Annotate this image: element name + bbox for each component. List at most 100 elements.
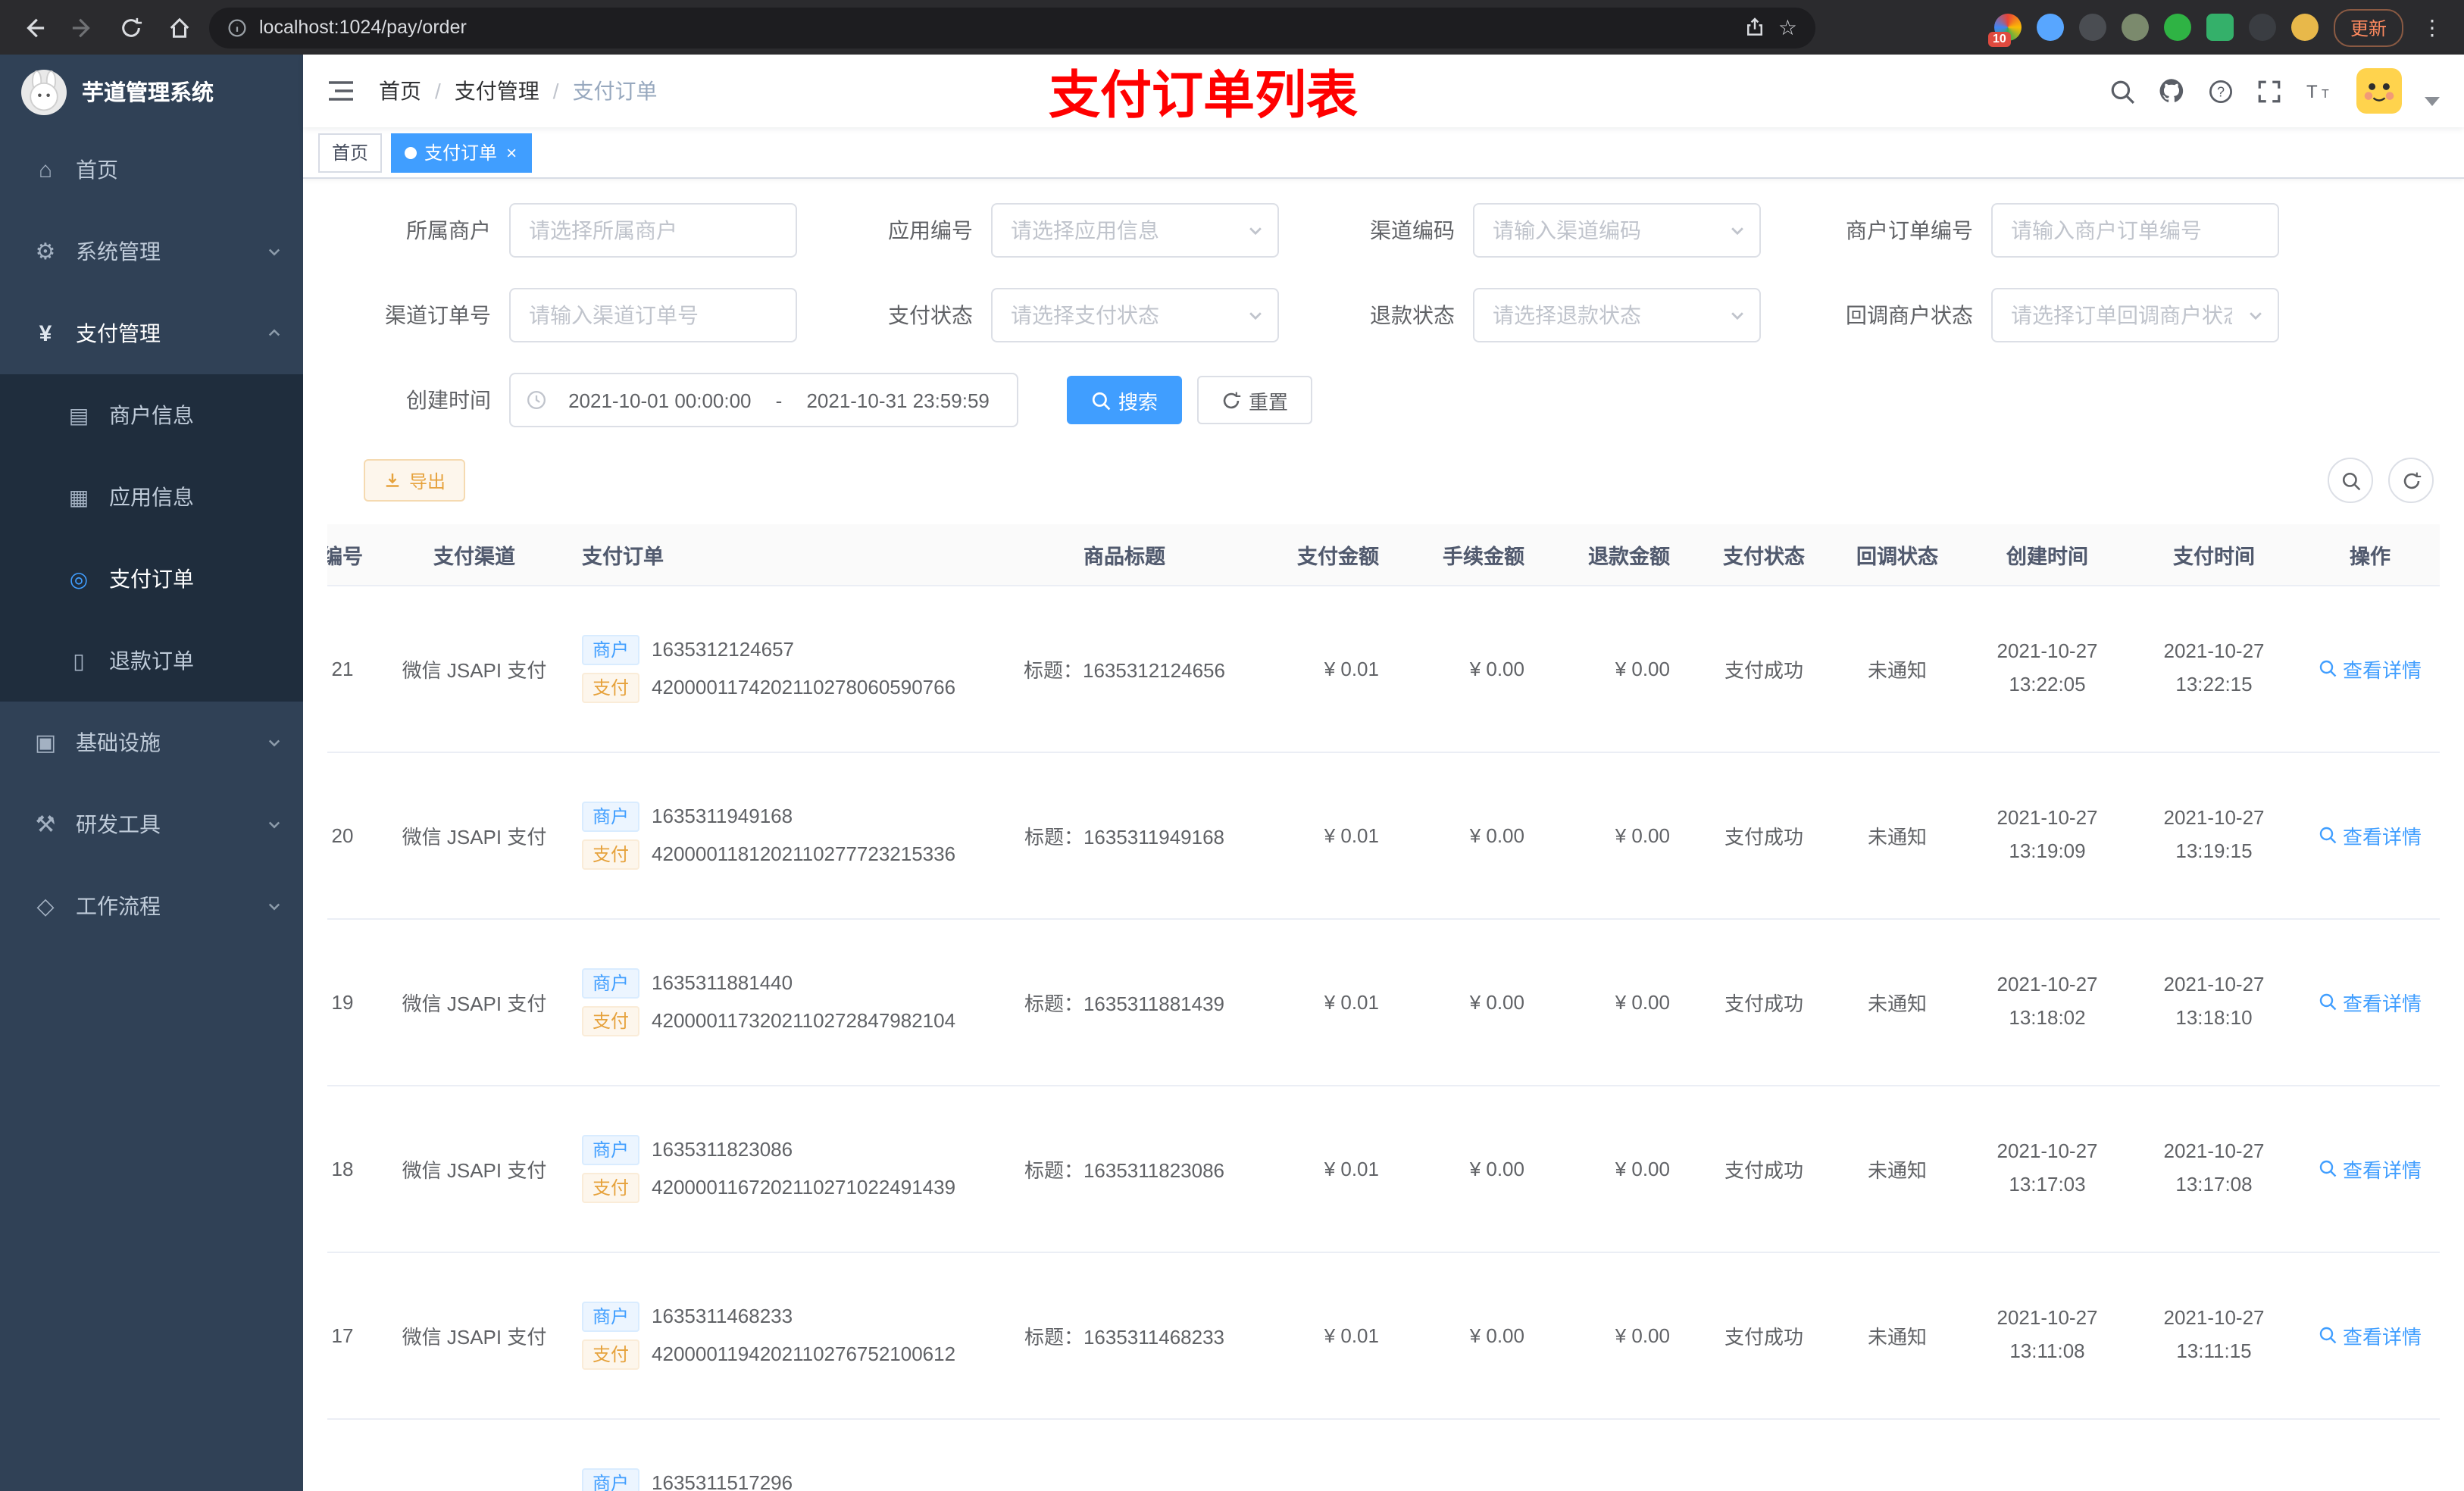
view-detail-link[interactable]: 查看详情 xyxy=(2319,654,2422,683)
filter-app-id: 应用编号 xyxy=(846,203,1279,258)
sidebar-item-infrastructure[interactable]: ▣ 基础设施 xyxy=(0,702,303,783)
sidebar-item-refund-order[interactable]: ▯ 退款订单 xyxy=(0,620,303,702)
date-end-value[interactable]: 2021-10-31 23:59:59 xyxy=(794,389,1002,411)
sidebar-item-app-info[interactable]: ▦ 应用信息 xyxy=(0,456,303,538)
extension-icon-5[interactable] xyxy=(2163,14,2191,41)
extension-icon-6[interactable] xyxy=(2206,14,2234,41)
chevron-down-icon xyxy=(1729,307,1746,324)
refund-status-select-input[interactable] xyxy=(1473,288,1761,342)
view-detail-link[interactable]: 查看详情 xyxy=(2319,821,2422,849)
site-info-icon[interactable] xyxy=(227,17,247,37)
pay-badge: 支付 xyxy=(582,672,640,702)
refresh-table-button[interactable] xyxy=(2388,458,2434,503)
font-size-icon[interactable]: TT xyxy=(2305,79,2334,103)
table-row: 19 微信 JSAPI 支付 商户 1635311881440 支付 4200001… xyxy=(327,918,2440,1086)
sidebar-item-merchant-info[interactable]: ▤ 商户信息 xyxy=(0,374,303,456)
fullscreen-icon[interactable] xyxy=(2256,78,2282,104)
browser-update-button[interactable]: 更新 xyxy=(2333,8,2403,46)
url-text: localhost:1024/pay/order xyxy=(259,17,467,38)
sidebar-item-payment[interactable]: ¥ 支付管理 xyxy=(0,292,303,374)
extension-badge: 10 xyxy=(1987,32,2011,47)
breadcrumb-payment[interactable]: 支付管理 xyxy=(455,76,539,106)
browser-home-button[interactable] xyxy=(161,9,197,45)
col-refund: 退款金额 xyxy=(1552,524,1697,586)
address-bar[interactable]: localhost:1024/pay/order ☆ xyxy=(209,7,1815,48)
col-channel: 支付渠道 xyxy=(385,524,564,586)
pay-badge: 支付 xyxy=(582,839,640,869)
status-text: 支付成功 xyxy=(1697,585,1831,752)
channel-code-select-input[interactable] xyxy=(1473,203,1761,258)
extension-icon-1[interactable]: 10 xyxy=(1987,14,2022,47)
payment-submenu: ▤ 商户信息 ▦ 应用信息 ◎ 支付订单 ▯ 退款订单 xyxy=(0,374,303,702)
browser-forward-button[interactable] xyxy=(64,9,100,45)
sidebar-item-workflow[interactable]: ◇ 工作流程 xyxy=(0,865,303,947)
gear-icon: ⚙ xyxy=(35,239,56,265)
col-create-time: 创建时间 xyxy=(1964,524,2131,586)
table-row: 18 微信 JSAPI 支付 商户 1635311823086 支付 4200001… xyxy=(327,1085,2440,1252)
sidebar-item-dev-tools[interactable]: ⚒ 研发工具 xyxy=(0,783,303,865)
date-range-picker[interactable]: 2021-10-01 00:00:00 - 2021-10-31 23:59:5… xyxy=(509,373,1018,427)
orders-table: 编号 支付渠道 支付订单 商品标题 支付金额 手续金额 退款金额 支付状态 回调… xyxy=(327,524,2440,1491)
toggle-search-button[interactable] xyxy=(2328,458,2373,503)
reset-button[interactable]: 重置 xyxy=(1197,376,1313,424)
pay-status-select-input[interactable] xyxy=(991,288,1279,342)
extension-icon-7[interactable] xyxy=(2248,14,2276,41)
filter-row-1: 所属商户 应用编号 渠道编码 商户订单编号 xyxy=(327,203,2440,258)
export-button[interactable]: 导出 xyxy=(364,459,466,502)
extension-icon-2[interactable] xyxy=(2036,14,2064,41)
chevron-down-icon xyxy=(1729,222,1746,239)
merchant-badge: 商户 xyxy=(582,634,640,664)
sidebar-item-home[interactable]: ⌂ 首页 xyxy=(0,129,303,211)
view-detail-link[interactable]: 查看详情 xyxy=(2319,987,2422,1016)
search-button[interactable]: 搜索 xyxy=(1067,376,1183,424)
view-detail-link[interactable]: 查看详情 xyxy=(2319,1321,2422,1349)
sidebar-item-system[interactable]: ⚙ 系统管理 xyxy=(0,211,303,292)
pay-badge: 支付 xyxy=(582,1005,640,1036)
date-start-value[interactable]: 2021-10-01 00:00:00 xyxy=(556,389,764,411)
chevron-down-icon xyxy=(267,817,282,832)
col-id: 编号 xyxy=(327,524,385,586)
browser-back-button[interactable] xyxy=(15,9,52,45)
sidebar-item-pay-order[interactable]: ◎ 支付订单 xyxy=(0,538,303,620)
extension-icon-3[interactable] xyxy=(2078,14,2106,41)
filter-refund-status: 退款状态 xyxy=(1327,288,1761,342)
extension-icon-4[interactable] xyxy=(2121,14,2149,41)
app-select-input[interactable] xyxy=(991,203,1279,258)
tools-icon: ⚒ xyxy=(35,812,56,838)
sidebar-collapse-icon[interactable] xyxy=(327,79,355,103)
filter-row-3: 创建时间 2021-10-01 00:00:00 - 2021-10-31 23… xyxy=(327,373,2440,427)
monitor-icon: ▣ xyxy=(34,730,57,756)
browser-reload-button[interactable] xyxy=(112,9,149,45)
dashboard-icon: ⌂ xyxy=(38,157,53,183)
app-logo[interactable]: 芋道管理系统 xyxy=(0,55,303,129)
filter-create-time: 创建时间 2021-10-01 00:00:00 - 2021-10-31 23… xyxy=(364,373,1018,427)
share-icon[interactable] xyxy=(1745,17,1766,38)
view-detail-link[interactable]: 查看详情 xyxy=(2319,1154,2422,1183)
merchant-badge: 商户 xyxy=(582,1301,640,1331)
help-icon[interactable]: ? xyxy=(2208,78,2234,104)
bookmark-star-icon[interactable]: ☆ xyxy=(1778,14,1797,40)
channel-order-no-input[interactable] xyxy=(509,288,797,342)
table-header-row: 编号 支付渠道 支付订单 商品标题 支付金额 手续金额 退款金额 支付状态 回调… xyxy=(327,524,2440,586)
chevron-down-icon xyxy=(267,899,282,914)
table-row: 17 微信 JSAPI 支付 商户 1635311468233 支付 4200001… xyxy=(327,1252,2440,1419)
breadcrumb-home[interactable]: 首页 xyxy=(379,76,421,106)
chevron-down-icon xyxy=(267,244,282,259)
user-avatar[interactable] xyxy=(2356,68,2402,114)
close-tab-icon[interactable]: × xyxy=(505,143,518,161)
github-icon[interactable] xyxy=(2158,77,2185,105)
notify-status-select-input[interactable] xyxy=(1991,288,2279,342)
chevron-down-icon xyxy=(1247,222,1264,239)
merchant-order-no-input[interactable] xyxy=(1991,203,2279,258)
tab-home[interactable]: 首页 xyxy=(318,133,383,172)
profile-avatar-icon[interactable] xyxy=(2290,14,2319,41)
breadcrumb: 首页 / 支付管理 / 支付订单 xyxy=(379,76,658,106)
search-icon[interactable] xyxy=(2109,78,2135,104)
table-row: 16 商户1635311517296 支付 xyxy=(327,1418,2440,1491)
yuan-icon: ¥ xyxy=(39,320,52,346)
filter-channel-code: 渠道编码 xyxy=(1327,203,1761,258)
user-menu-caret-icon[interactable] xyxy=(2425,97,2440,106)
tab-pay-order[interactable]: 支付订单 × xyxy=(391,133,533,172)
merchant-select-input[interactable] xyxy=(509,203,797,258)
browser-menu-icon[interactable]: ⋮ xyxy=(2419,14,2446,40)
